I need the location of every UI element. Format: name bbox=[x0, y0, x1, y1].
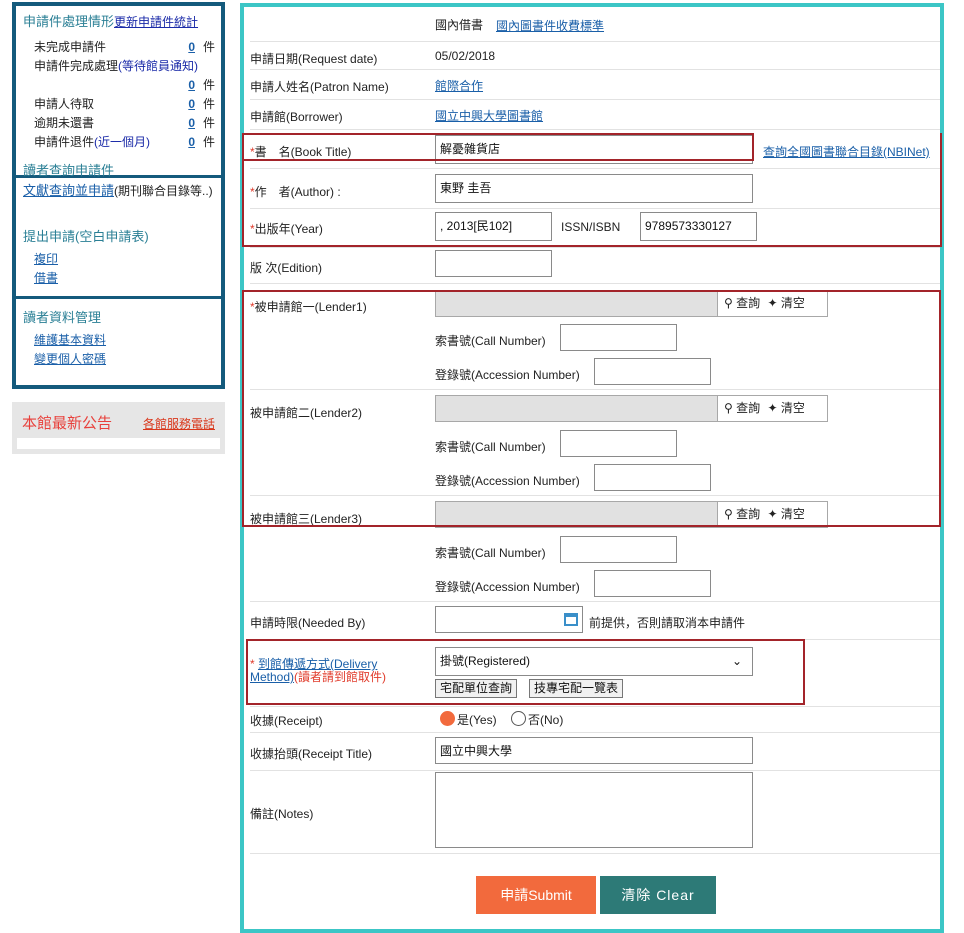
submit-button[interactable]: 申請Submit bbox=[476, 876, 596, 914]
change-password-link[interactable]: 變更個人密碼 bbox=[16, 350, 221, 369]
borrower-row: 申請館(Borrower) 國立中興大學圖書館 bbox=[250, 100, 940, 130]
copy-link[interactable]: 複印 bbox=[16, 250, 221, 269]
status-title: 申請件處理情形更新申請件統計 bbox=[23, 14, 199, 29]
search-apply: 文獻查詢並申請(期刊聯合目錄等..) bbox=[23, 183, 213, 198]
needed-by-input[interactable] bbox=[435, 606, 583, 633]
notes-textarea[interactable] bbox=[435, 772, 753, 848]
update-stats-link[interactable]: 更新申請件統計 bbox=[114, 15, 198, 29]
query-requests-link[interactable]: 讀者查詢申請件 bbox=[23, 160, 114, 179]
borrower-link[interactable]: 國立中興大學圖書館 bbox=[435, 107, 543, 124]
stat-completed-link[interactable]: (等待館員通知) bbox=[118, 59, 198, 73]
news-content bbox=[17, 438, 220, 449]
receipt-no-radio[interactable] bbox=[511, 711, 526, 726]
request-date-row: 申請日期(Request date) 05/02/2018 bbox=[250, 41, 940, 70]
news-box: 本館最新公告 各館服務電話 bbox=[12, 402, 225, 454]
needed-by-note: 前提供，否則請取消本申請件 bbox=[589, 616, 746, 630]
stat-overdue: 逾期未還書 0 件 bbox=[16, 114, 221, 133]
edition-row: 版 次(Edition) bbox=[250, 248, 940, 284]
sidebar: 申請件處理情形更新申請件統計 未完成申請件 0 件 申請件完成處理(等待館員通知… bbox=[12, 2, 225, 389]
highlight-box-delivery bbox=[246, 639, 805, 705]
request-form: 國內借書 國內圖書件收費標準 申請日期(Request date) 05/02/… bbox=[240, 3, 944, 933]
receipt-yes-radio[interactable] bbox=[440, 711, 455, 726]
status-section: 申請件處理情形更新申請件統計 未完成申請件 0 件 申請件完成處理(等待館員通知… bbox=[16, 6, 221, 178]
news-title: 本館最新公告 bbox=[22, 415, 113, 432]
stat-count[interactable]: 0 bbox=[188, 133, 195, 152]
needed-by-row: 申請時限(Needed By) 前提供，否則請取消本申請件 bbox=[250, 602, 940, 640]
receipt-title-row: 收據抬頭(Receipt Title) 國立中興大學 bbox=[250, 733, 940, 771]
highlight-box-lenders bbox=[242, 290, 941, 527]
stat-incomplete: 未完成申請件 0 件 bbox=[16, 38, 221, 57]
stat-pickup: 申請人待取 0 件 bbox=[16, 95, 221, 114]
stat-count[interactable]: 0 bbox=[188, 38, 195, 57]
stat-count[interactable]: 0 bbox=[188, 95, 195, 114]
borrow-link[interactable]: 借書 bbox=[16, 269, 221, 288]
service-type-row: 國內借書 國內圖書件收費標準 bbox=[250, 7, 940, 41]
receipt-title-input[interactable]: 國立中興大學 bbox=[435, 737, 753, 764]
search-apply-link[interactable]: 文獻查詢並申請 bbox=[23, 183, 114, 198]
stat-count[interactable]: 0 bbox=[188, 114, 195, 133]
service-phone-link[interactable]: 各館服務電話 bbox=[143, 415, 215, 432]
patron-name-link[interactable]: 館際合作 bbox=[435, 77, 483, 94]
request-date: 05/02/2018 bbox=[435, 49, 496, 63]
lender3-accession-input[interactable] bbox=[594, 570, 711, 597]
blank-form-title: 提出申請(空白申請表) bbox=[23, 229, 149, 244]
stat-rejected: 申請件退件(近一個月) 0 件 bbox=[16, 133, 221, 152]
apply-section: 文獻查詢並申請(期刊聯合目錄等..) 提出申請(空白申請表) 複印 借書 bbox=[16, 178, 221, 299]
receipt-row: 收據(Receipt) 是(Yes) 否(No) bbox=[250, 707, 940, 733]
patron-row: 申請人姓名(Patron Name) 館際合作 bbox=[250, 70, 940, 100]
service-type: 國內借書 bbox=[435, 18, 484, 32]
clear-button[interactable]: 清除 Clear bbox=[600, 876, 716, 914]
notes-row: 備註(Notes) bbox=[250, 771, 940, 854]
highlight-box-bibliographic bbox=[242, 133, 942, 247]
lender3-call-number-input[interactable] bbox=[560, 536, 677, 563]
edition-input[interactable] bbox=[435, 250, 552, 277]
stat-completed-count: 0 件 bbox=[16, 76, 221, 95]
reader-section: 讀者資料管理 維護基本資料 變更個人密碼 bbox=[16, 299, 221, 379]
maintain-profile-link[interactable]: 維護基本資料 bbox=[16, 331, 221, 350]
stat-completed: 申請件完成處理(等待館員通知) bbox=[34, 59, 199, 73]
stat-count[interactable]: 0 bbox=[188, 76, 195, 95]
stat-rejected-link[interactable]: (近一個月) bbox=[94, 135, 150, 149]
fee-standard-link[interactable]: 國內圖書件收費標準 bbox=[496, 17, 604, 34]
calendar-icon[interactable] bbox=[564, 613, 578, 626]
reader-data-title: 讀者資料管理 bbox=[23, 310, 102, 325]
